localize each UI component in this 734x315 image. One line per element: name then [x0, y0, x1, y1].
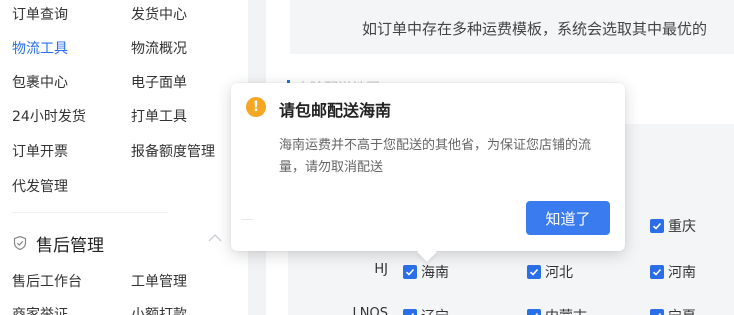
sidebar-item-electronic-waybill[interactable]: 电子面单	[131, 74, 187, 92]
sidebar-item-small-payment[interactable]: 小额打款	[131, 306, 187, 315]
sidebar-item-dropship-management[interactable]: 代发管理	[12, 178, 68, 196]
popover-divider	[241, 219, 253, 220]
checkbox-henan[interactable]: 河南	[650, 262, 696, 282]
checkbox-label: 宁夏	[668, 306, 696, 315]
checkbox-checked-icon	[650, 309, 664, 315]
checkbox-liaoning[interactable]: 辽宁	[403, 306, 449, 315]
confirm-button[interactable]: 知道了	[526, 201, 610, 235]
checkbox-ningxia[interactable]: 宁夏	[650, 306, 696, 315]
warning-icon: !	[246, 97, 266, 117]
checkbox-neimenggu[interactable]: 内蒙古	[527, 306, 587, 315]
confirm-popover: ! 请包邮配送海南 海南运费并不高于您配送的其他省，为保证您店铺的流量，请勿取消…	[231, 83, 625, 262]
checkbox-checked-icon	[650, 219, 664, 233]
checkbox-label: 海南	[421, 265, 449, 281]
after-sales-section-header[interactable]: 售后管理	[12, 232, 104, 256]
sidebar-item-after-sales-workbench[interactable]: 售后工作台	[12, 273, 82, 291]
sidebar-item-logistics-overview[interactable]: 物流概况	[131, 40, 187, 58]
checkbox-hainan[interactable]: 海南	[403, 262, 449, 282]
chevron-up-icon[interactable]	[207, 232, 223, 244]
sidebar-item-print-tool[interactable]: 打单工具	[131, 108, 187, 126]
checkbox-label: 重庆	[668, 219, 696, 235]
checkbox-hebei[interactable]: 河北	[527, 262, 573, 282]
checkbox-checked-icon	[527, 309, 541, 315]
sidebar: 订单查询 发货中心 物流工具 物流概况 包裹中心 电子面单 24小时发货 打单工…	[0, 0, 248, 315]
sidebar-divider	[12, 212, 168, 213]
sidebar-item-package-center[interactable]: 包裹中心	[12, 74, 68, 92]
checkbox-label: 辽宁	[421, 306, 449, 315]
checkbox-checked-icon	[403, 309, 417, 315]
sidebar-item-quota-management[interactable]: 报备额度管理	[131, 143, 215, 161]
section-title: 售后管理	[36, 235, 104, 256]
checkbox-chongqing[interactable]: 重庆	[650, 216, 696, 236]
sidebar-item-order-invoice[interactable]: 订单开票	[12, 143, 68, 161]
popover-body: 海南运费并不高于您配送的其他省，为保证您店铺的流量，请勿取消配送	[279, 138, 592, 175]
checkbox-checked-icon	[403, 265, 417, 279]
checkbox-checked-icon	[650, 265, 664, 279]
checkbox-checked-icon	[527, 265, 541, 279]
notice-bar: 如订单中存在多种运费模板，系统会选取其中最优的	[290, 0, 734, 54]
sidebar-item-merchant-evidence[interactable]: 商家举证	[12, 306, 68, 315]
sidebar-item-order-query[interactable]: 订单查询	[12, 6, 68, 24]
checkbox-label: 内蒙古	[545, 306, 587, 315]
sidebar-item-ticket-management[interactable]: 工单管理	[131, 273, 187, 291]
sidebar-item-24h-shipping[interactable]: 24小时发货	[12, 108, 86, 126]
row-label: LNOS	[352, 306, 388, 315]
notice-text: 如订单中存在多种运费模板，系统会选取其中最优的	[362, 20, 708, 38]
sidebar-item-shipping-center[interactable]: 发货中心	[131, 6, 187, 24]
checkbox-label: 河南	[668, 265, 696, 281]
shield-check-icon	[13, 235, 27, 251]
sidebar-item-logistics-tools[interactable]: 物流工具	[12, 40, 68, 58]
row-label: HJ	[374, 262, 388, 277]
checkbox-label: 河北	[545, 265, 573, 281]
popover-title: 请包邮配送海南	[279, 101, 392, 120]
